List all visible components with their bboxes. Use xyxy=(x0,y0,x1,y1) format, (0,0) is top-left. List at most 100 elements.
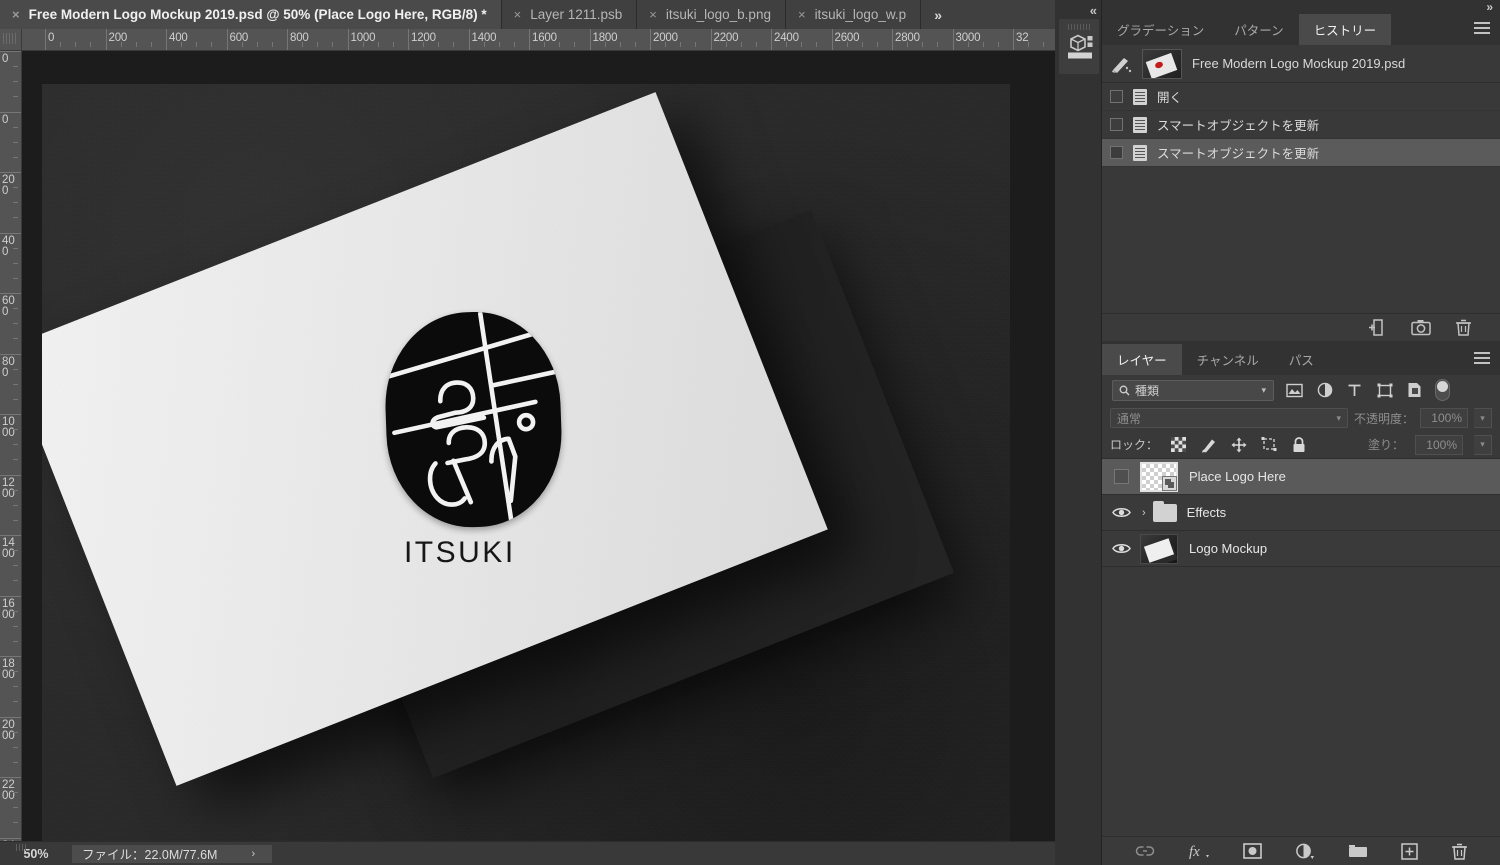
new-adjustment-layer-icon[interactable] xyxy=(1295,843,1315,860)
filter-smart-objects-icon[interactable] xyxy=(1405,382,1424,399)
blend-mode-select[interactable]: 通常 ▾ xyxy=(1110,408,1348,428)
chevron-down-icon[interactable]: ▾ xyxy=(1261,385,1266,396)
document-tab-label: itsuki_logo_b.png xyxy=(666,7,771,22)
ruler-minor-tick xyxy=(741,42,742,47)
chevron-down-icon[interactable]: ▾ xyxy=(1336,413,1341,424)
layer-row-effects[interactable]: › Effects xyxy=(1102,495,1500,531)
snapshot-camera-icon[interactable] xyxy=(1411,318,1431,337)
history-snapshot-thumbnail xyxy=(1142,49,1182,79)
history-state-row-selected[interactable]: スマートオブジェクトを更新 xyxy=(1102,139,1500,167)
resize-grip-icon[interactable] xyxy=(16,844,26,851)
layer-row-logo-mockup[interactable]: Logo Mockup xyxy=(1102,531,1500,567)
filter-pixel-layers-icon[interactable] xyxy=(1285,382,1304,399)
layer-name[interactable]: Place Logo Here xyxy=(1189,469,1286,484)
document-tab-label: Free Modern Logo Mockup 2019.psd @ 50% (… xyxy=(29,7,487,22)
tab-layers[interactable]: レイヤー xyxy=(1102,344,1182,375)
close-icon[interactable]: × xyxy=(798,8,806,21)
filter-type-layers-icon[interactable] xyxy=(1345,382,1364,399)
layer-effects-fx-icon[interactable]: fx xyxy=(1188,843,1210,859)
layer-visibility-toggle[interactable] xyxy=(1102,542,1140,555)
document-info[interactable]: ファイル：22.0M/77.6M › xyxy=(72,845,272,863)
tab-patterns[interactable]: パターン xyxy=(1219,14,1298,45)
document-tab-2[interactable]: × itsuki_logo_b.png xyxy=(637,0,786,29)
vertical-ruler[interactable]: 0020040060080010001200140016001800200022… xyxy=(0,51,22,841)
ruler-label: 2600 xyxy=(832,32,860,44)
link-layers-icon[interactable] xyxy=(1135,844,1155,858)
fill-input[interactable]: 100% xyxy=(1415,435,1463,455)
tab-label: ヒストリー xyxy=(1314,20,1377,39)
fill-stepper-icon[interactable]: ▾ xyxy=(1474,435,1492,455)
group-expand-chevron-icon[interactable]: › xyxy=(1142,507,1146,519)
document-tab-0[interactable]: × Free Modern Logo Mockup 2019.psd @ 50%… xyxy=(0,0,502,29)
zoom-level[interactable]: 50% xyxy=(0,847,72,861)
lock-position-move-icon[interactable] xyxy=(1229,436,1248,453)
close-icon[interactable]: × xyxy=(514,8,522,21)
history-state-row[interactable]: スマートオブジェクトを更新 xyxy=(1102,111,1500,139)
history-snapshot-row[interactable]: Free Modern Logo Mockup 2019.psd xyxy=(1102,45,1500,83)
ruler-minor-tick xyxy=(317,42,318,47)
layers-panel-tabs: レイヤー チャンネル パス xyxy=(1102,344,1500,375)
close-icon[interactable]: × xyxy=(649,8,657,21)
ruler-minor-tick xyxy=(453,42,454,47)
ruler-minor-tick xyxy=(695,42,696,47)
ruler-minor-tick xyxy=(13,747,18,748)
panel-menu-icon[interactable] xyxy=(1474,22,1490,36)
ruler-label: 2000 xyxy=(2,720,16,742)
collapse-panels-icon[interactable]: « xyxy=(1090,3,1096,18)
eye-icon xyxy=(1112,506,1131,519)
layer-thumbnail-image[interactable] xyxy=(1140,534,1178,564)
layer-thumbnail-smart-object[interactable] xyxy=(1140,462,1178,492)
ruler-tick xyxy=(0,717,22,718)
ruler-corner[interactable] xyxy=(0,29,22,51)
tab-channels[interactable]: チャンネル xyxy=(1182,344,1274,375)
new-document-from-state-icon[interactable] xyxy=(1368,318,1387,337)
layer-visibility-toggle[interactable] xyxy=(1102,506,1140,519)
lock-artboard-nesting-icon[interactable] xyxy=(1259,436,1278,453)
panel-menu-icon[interactable] xyxy=(1474,352,1490,366)
filter-adjustment-layers-icon[interactable] xyxy=(1315,382,1334,399)
filter-toggle-switch[interactable] xyxy=(1435,379,1450,401)
libraries-panel-button[interactable] xyxy=(1059,19,1099,74)
lock-transparency-icon[interactable] xyxy=(1169,436,1188,453)
history-source-checkbox[interactable] xyxy=(1110,90,1123,103)
opacity-stepper-icon[interactable]: ▾ xyxy=(1474,408,1492,428)
lock-all-icon[interactable] xyxy=(1289,436,1308,453)
document-tab-1[interactable]: × Layer 1211.psb xyxy=(502,0,638,29)
artboard[interactable]: ITSUKI xyxy=(42,84,1010,841)
ruler-minor-tick xyxy=(680,42,681,47)
ruler-minor-tick xyxy=(937,42,938,47)
layer-name[interactable]: Effects xyxy=(1187,505,1227,520)
horizontal-ruler[interactable]: 0200400600800100012001400160018002000220… xyxy=(22,29,1055,51)
layer-visibility-toggle[interactable] xyxy=(1102,469,1140,484)
ruler-label: 1400 xyxy=(2,538,16,560)
ruler-label: 400 xyxy=(166,32,188,44)
chevron-right-icon[interactable]: › xyxy=(251,848,255,860)
add-layer-mask-icon[interactable] xyxy=(1243,843,1262,859)
ruler-minor-tick xyxy=(665,42,666,47)
ruler-label: 1800 xyxy=(2,659,16,681)
lock-image-brush-icon[interactable] xyxy=(1199,436,1218,453)
close-icon[interactable]: × xyxy=(12,8,20,21)
filter-shape-layers-icon[interactable] xyxy=(1375,382,1394,399)
delete-layer-trash-icon[interactable] xyxy=(1451,842,1468,861)
tab-paths[interactable]: パス xyxy=(1274,344,1329,375)
ruler-minor-tick xyxy=(801,42,802,47)
delete-state-trash-icon[interactable] xyxy=(1455,318,1472,337)
ruler-minor-tick xyxy=(786,42,787,47)
layer-name[interactable]: Logo Mockup xyxy=(1189,541,1267,556)
new-group-folder-icon[interactable] xyxy=(1348,843,1368,859)
layer-filter-kind-select[interactable]: 種類 ▾ xyxy=(1112,380,1274,401)
history-state-row[interactable]: 開く xyxy=(1102,83,1500,111)
tab-history[interactable]: ヒストリー xyxy=(1299,14,1392,45)
canvas-area[interactable]: ITSUKI xyxy=(22,51,1055,841)
expand-panels-icon[interactable]: » xyxy=(1486,0,1492,14)
history-source-checkbox[interactable] xyxy=(1110,118,1123,131)
opacity-input[interactable]: 100% xyxy=(1420,408,1468,428)
layer-row-place-logo-here[interactable]: Place Logo Here xyxy=(1102,459,1500,495)
tab-gradients[interactable]: グラデーション xyxy=(1102,14,1219,45)
new-layer-icon[interactable] xyxy=(1401,843,1418,860)
ruler-label: 200 xyxy=(2,175,16,197)
history-source-checkbox[interactable] xyxy=(1110,146,1123,159)
tab-overflow-chevron-icon[interactable]: » xyxy=(921,0,955,29)
document-tab-3[interactable]: × itsuki_logo_w.p xyxy=(786,0,921,29)
